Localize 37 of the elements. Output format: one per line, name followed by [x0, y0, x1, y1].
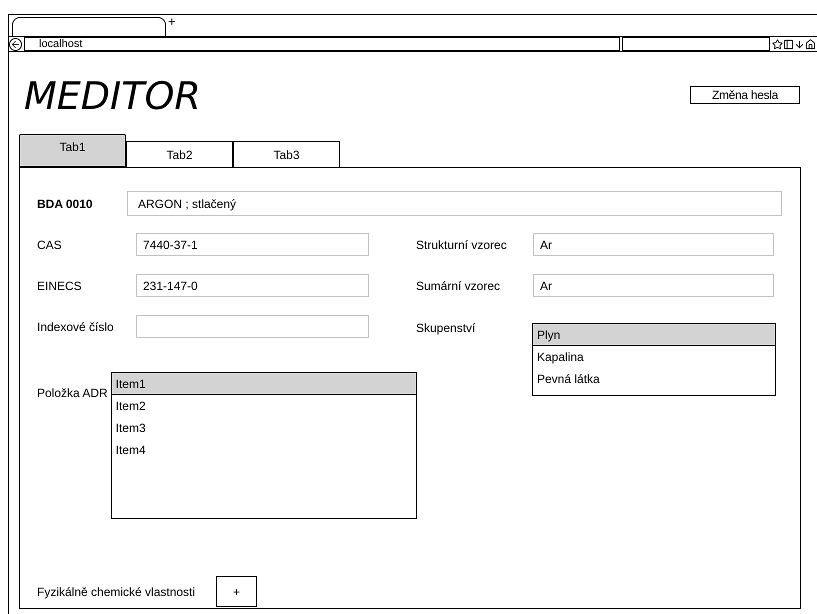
address-field[interactable]: localhost: [24, 37, 620, 51]
name-field[interactable]: ARGON ; stlačený: [127, 191, 782, 216]
text-field[interactable]: Ar: [533, 233, 774, 256]
back-icon[interactable]: [9, 38, 22, 50]
list-item[interactable]: Kapalina: [533, 346, 775, 368]
add-button[interactable]: +: [216, 576, 257, 607]
list-item[interactable]: Plyn: [533, 324, 775, 346]
list-item[interactable]: Item4: [112, 439, 416, 461]
text-field[interactable]: Ar: [533, 274, 774, 297]
tab[interactable]: Tab2: [126, 141, 233, 167]
field-label: Fyzikálně chemické vlastnosti: [37, 584, 196, 600]
list-item[interactable]: Pevná látka: [533, 368, 775, 390]
new-tab-button[interactable]: +: [168, 15, 176, 29]
list-item[interactable]: Item2: [112, 395, 416, 417]
star-icon[interactable]: [772, 38, 783, 50]
text-field[interactable]: [136, 315, 369, 338]
text-field[interactable]: 231-147-0: [136, 274, 369, 297]
search-field[interactable]: [622, 37, 770, 51]
sidebar-icon[interactable]: [783, 38, 794, 50]
text-field[interactable]: 7440-37-1: [136, 233, 369, 256]
download-icon[interactable]: [794, 38, 805, 50]
tab[interactable]: Tab3: [233, 141, 340, 167]
tab[interactable]: Tab1: [19, 134, 126, 167]
field-label: Indexové číslo: [37, 318, 115, 336]
field-label: Položka ADR: [37, 385, 109, 402]
field-label: Skupenství: [416, 320, 476, 337]
browser-tab[interactable]: [12, 17, 166, 36]
field-label: Sumární vzorec: [416, 278, 502, 294]
home-icon[interactable]: [805, 38, 816, 50]
list-item[interactable]: Item3: [112, 417, 416, 439]
field-label: EINECS: [37, 278, 83, 294]
list-item[interactable]: Item1: [112, 373, 416, 395]
code-label: BDA 0010: [37, 196, 94, 212]
field-label: Strukturní vzorec: [416, 236, 508, 254]
change-password-button[interactable]: Změna hesla: [690, 86, 800, 104]
field-label: CAS: [37, 236, 63, 254]
app-title: MEDITOR: [24, 74, 201, 118]
